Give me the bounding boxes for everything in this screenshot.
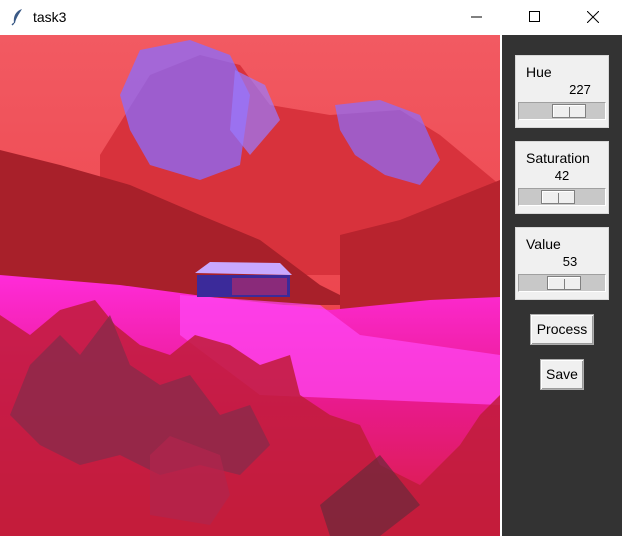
image-canvas xyxy=(0,35,500,536)
hue-slider-thumb[interactable] xyxy=(552,104,586,118)
value-slider-thumb[interactable] xyxy=(547,276,581,290)
feather-icon xyxy=(11,9,22,26)
maximize-button[interactable] xyxy=(506,0,564,34)
hue-control: Hue 227 xyxy=(515,55,609,128)
hue-value: 227 xyxy=(569,82,591,97)
save-button[interactable]: Save xyxy=(540,359,584,390)
processed-landscape-image xyxy=(0,35,500,536)
minimize-icon xyxy=(471,16,482,18)
minimize-button[interactable] xyxy=(448,0,506,34)
maximize-icon xyxy=(529,11,540,22)
saturation-value: 42 xyxy=(554,168,570,183)
process-button[interactable]: Process xyxy=(530,314,594,345)
control-panel: Hue 227 Saturation 42 Value 53 Process S… xyxy=(502,35,622,536)
window-title: task3 xyxy=(33,9,67,25)
close-button[interactable] xyxy=(564,0,622,34)
saturation-slider[interactable] xyxy=(518,188,606,206)
title-bar: task3 xyxy=(0,0,622,34)
hue-label: Hue xyxy=(526,64,552,80)
value-label: Value xyxy=(526,236,561,252)
hue-slider[interactable] xyxy=(518,102,606,120)
saturation-control: Saturation 42 xyxy=(515,141,609,214)
value-control: Value 53 xyxy=(515,227,609,300)
value-value: 53 xyxy=(562,254,578,269)
close-icon xyxy=(587,11,599,23)
saturation-label: Saturation xyxy=(526,150,590,166)
value-slider[interactable] xyxy=(518,274,606,292)
saturation-slider-thumb[interactable] xyxy=(541,190,575,204)
